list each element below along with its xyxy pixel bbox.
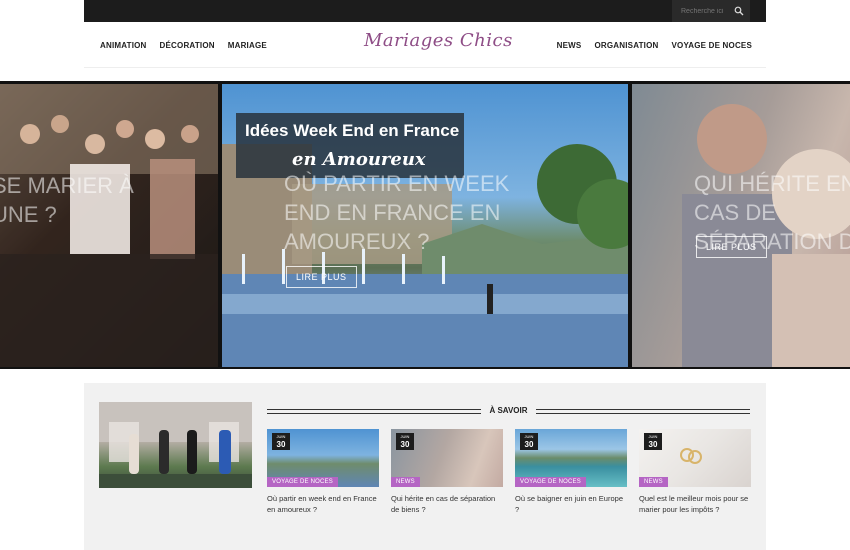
hero-slide-week-end[interactable]: Idées Week End en France en Amoureux OÙ … bbox=[222, 84, 628, 367]
date-badge: JUIN 30 bbox=[272, 433, 290, 450]
hero-slide-wedding-crowd[interactable]: SE MARIER À UNE ? bbox=[0, 84, 218, 367]
hero-slider: SE MARIER À UNE ? Idées Week End en Fran… bbox=[0, 81, 850, 369]
date-badge: JUIN 30 bbox=[644, 433, 662, 450]
category-badge[interactable]: NEWS bbox=[639, 477, 668, 487]
search-icon[interactable] bbox=[734, 6, 744, 16]
category-badge[interactable]: VOYAGE DE NOCES bbox=[267, 477, 338, 487]
date-badge: JUIN 30 bbox=[520, 433, 538, 450]
hero-banner-line-1: Idées Week End en France bbox=[245, 121, 460, 140]
nav-item-voyage-de-noces[interactable]: VOYAGE DE NOCES bbox=[671, 41, 752, 50]
nav-item-animation[interactable]: ANIMATION bbox=[100, 41, 147, 50]
featured-video-thumbnail[interactable] bbox=[99, 402, 252, 488]
hero-slide-separation[interactable]: QUI HÉRITE EN CAS DE SÉPARATION DE LIRE … bbox=[632, 84, 850, 367]
main-navigation: ANIMATION DÉCORATION MARIAGE Mariages Ch… bbox=[84, 22, 766, 68]
search-box bbox=[672, 0, 750, 22]
date-day: 30 bbox=[400, 440, 410, 449]
section-title-text: À SAVOIR bbox=[481, 406, 536, 415]
hero-slide-title[interactable]: OÙ PARTIR EN WEEK END EN FRANCE EN AMOUR… bbox=[284, 169, 534, 256]
article-card[interactable]: JUIN 30 NEWS Qui hérite en cas de sépara… bbox=[391, 429, 503, 515]
article-thumbnail[interactable]: JUIN 30 NEWS bbox=[639, 429, 751, 487]
article-card[interactable]: JUIN 30 NEWS Quel est le meilleur mois p… bbox=[639, 429, 751, 515]
nav-item-mariage[interactable]: MARIAGE bbox=[228, 41, 267, 50]
category-badge[interactable]: NEWS bbox=[391, 477, 420, 487]
read-more-button[interactable]: LIRE PLUS bbox=[286, 266, 357, 288]
article-thumbnail[interactable]: JUIN 30 VOYAGE DE NOCES bbox=[515, 429, 627, 487]
search-input[interactable] bbox=[672, 0, 737, 22]
hero-slide-title[interactable]: SE MARIER À UNE ? bbox=[0, 171, 162, 229]
site-logo[interactable]: Mariages Chics bbox=[364, 30, 513, 51]
article-card[interactable]: JUIN 30 VOYAGE DE NOCES Où partir en wee… bbox=[267, 429, 379, 515]
article-thumbnail[interactable]: JUIN 30 VOYAGE DE NOCES bbox=[267, 429, 379, 487]
tv-show-image bbox=[99, 402, 252, 488]
date-day: 30 bbox=[524, 440, 534, 449]
nav-left-group: ANIMATION DÉCORATION MARIAGE bbox=[100, 41, 267, 50]
article-title[interactable]: Où se baigner en juin en Europe ? bbox=[515, 493, 627, 515]
nav-item-decoration[interactable]: DÉCORATION bbox=[160, 41, 215, 50]
date-day: 30 bbox=[648, 440, 658, 449]
article-card[interactable]: JUIN 30 VOYAGE DE NOCES Où se baigner en… bbox=[515, 429, 627, 515]
article-title[interactable]: Où partir en week end en France en amour… bbox=[267, 493, 379, 515]
article-title[interactable]: Quel est le meilleur mois pour se marier… bbox=[639, 493, 751, 515]
section-title-row: À SAVOIR bbox=[267, 406, 750, 417]
date-day: 30 bbox=[276, 440, 286, 449]
nav-item-organisation[interactable]: ORGANISATION bbox=[594, 41, 658, 50]
read-more-button[interactable]: LIRE PLUS bbox=[696, 236, 767, 258]
article-title[interactable]: Qui hérite en cas de séparation de biens… bbox=[391, 493, 503, 515]
top-bar bbox=[84, 0, 766, 22]
date-badge: JUIN 30 bbox=[396, 433, 414, 450]
category-badge[interactable]: VOYAGE DE NOCES bbox=[515, 477, 586, 487]
nav-right-group: NEWS ORGANISATION VOYAGE DE NOCES bbox=[557, 41, 752, 50]
hero-banner-line-2: en Amoureux bbox=[292, 149, 426, 170]
section-title: À SAVOIR bbox=[267, 406, 750, 415]
article-thumbnail[interactable]: JUIN 30 NEWS bbox=[391, 429, 503, 487]
nav-item-news[interactable]: NEWS bbox=[557, 41, 582, 50]
a-savoir-section: À SAVOIR JUIN 30 VOYAGE DE NOCES Où part… bbox=[84, 383, 766, 550]
